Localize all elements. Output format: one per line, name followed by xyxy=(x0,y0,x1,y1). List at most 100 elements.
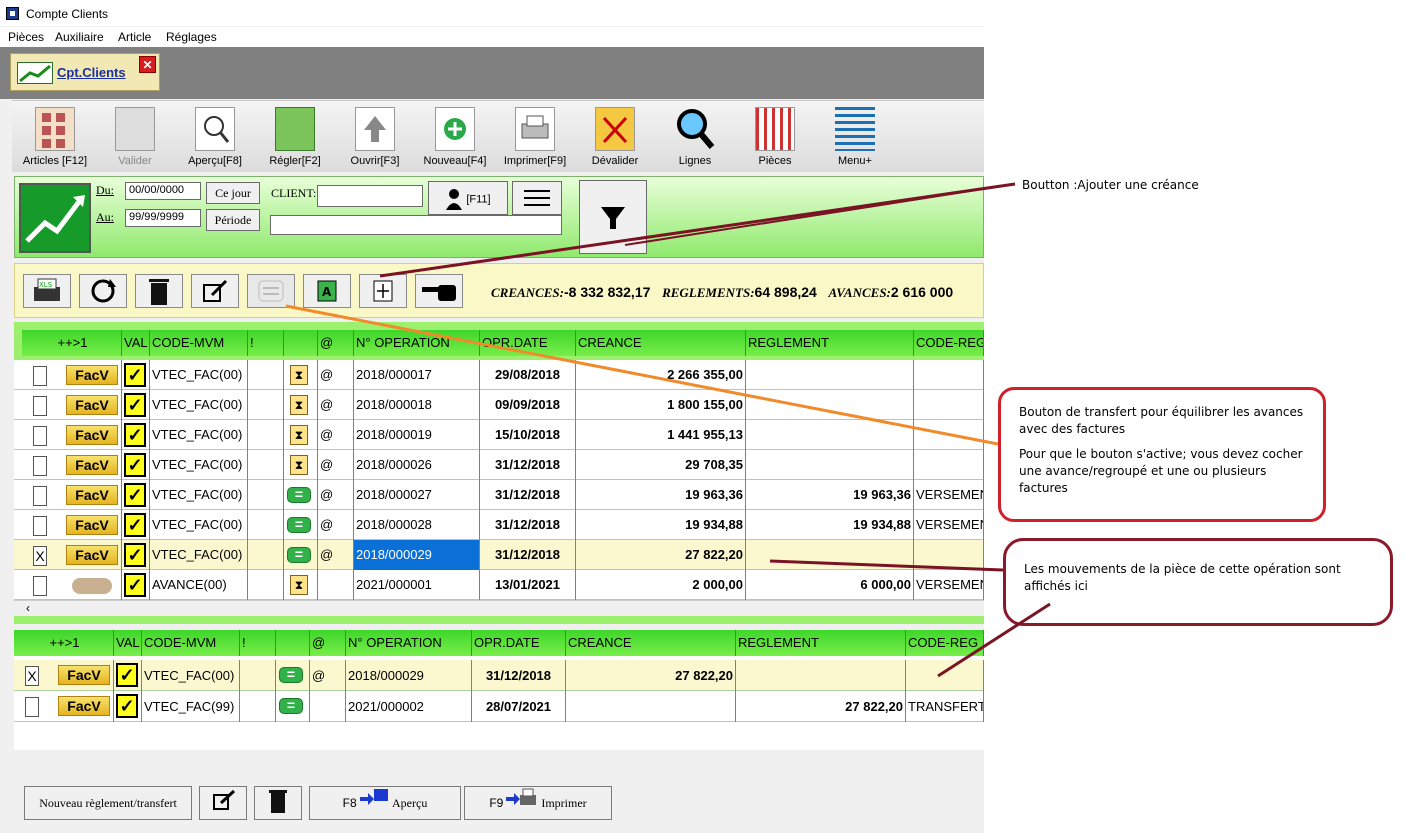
valider-button[interactable]: Valider xyxy=(96,105,174,171)
printer-icon xyxy=(506,787,538,821)
client-name-field[interactable] xyxy=(270,215,562,235)
column-header[interactable]: REGLEMENT xyxy=(746,330,914,356)
row-checkbox[interactable] xyxy=(33,576,47,596)
column-header[interactable]: CODE-REG xyxy=(906,630,984,656)
at-cell: @ xyxy=(318,480,354,510)
transfer-button[interactable] xyxy=(247,274,295,308)
close-icon[interactable]: ✕ xyxy=(139,56,156,73)
valider-label: Valider xyxy=(118,155,152,167)
client-select-button[interactable]: [F11] xyxy=(428,181,508,215)
column-header[interactable]: @ xyxy=(318,330,354,356)
column-header[interactable]: OPR.DATE xyxy=(480,330,576,356)
filter-button[interactable] xyxy=(579,180,647,254)
column-header[interactable]: ++>1 xyxy=(14,630,114,656)
table-row[interactable]: FacV ✓ VTEC_FAC(99) = 2021/000002 28/07/2021 2… xyxy=(14,691,984,722)
up-arrow-icon xyxy=(355,107,395,151)
column-header[interactable]: N° OPERATION xyxy=(346,630,472,656)
menu-article[interactable]: Article xyxy=(118,30,151,44)
apercu-button[interactable]: Aperçu[F8] xyxy=(176,105,254,171)
column-header[interactable]: @ xyxy=(310,630,346,656)
menu-pieces[interactable]: Pièces xyxy=(8,30,44,44)
column-header[interactable]: VAL xyxy=(114,630,142,656)
devalider-button[interactable]: Dévalider xyxy=(576,105,654,171)
table-row[interactable]: FacV ✓ VTEC_FAC(00) ⧗ @2018/000018 09/09/2018… xyxy=(14,390,984,420)
nouveau-reglement-button[interactable]: Nouveau règlement/transfert xyxy=(24,786,192,820)
table-row[interactable]: FacV ✓ VTEC_FAC(00) ⧗ @2018/000019 15/10/2018… xyxy=(14,420,984,450)
edit-button[interactable] xyxy=(191,274,239,308)
articles-button[interactable]: Articles [F12] xyxy=(16,105,94,171)
row-checkbox[interactable] xyxy=(33,486,47,506)
row-checkbox[interactable]: X xyxy=(33,546,47,566)
creance-cell: 27 822,20 xyxy=(566,660,736,691)
table-row[interactable]: FacV ✓ VTEC_FAC(00) ⧗ @2018/000017 29/08/2018… xyxy=(14,360,984,390)
imprimer-button[interactable]: Imprimer[F9] xyxy=(496,105,574,171)
row-checkbox[interactable] xyxy=(33,456,47,476)
menu-auxiliaire[interactable]: Auxiliaire xyxy=(55,30,104,44)
edit-movement-button[interactable] xyxy=(199,786,247,820)
column-header[interactable] xyxy=(276,630,310,656)
tab-cpt-clients[interactable]: Cpt.Clients ✕ xyxy=(10,53,160,91)
delete-button[interactable] xyxy=(135,274,183,308)
point-button[interactable] xyxy=(415,274,463,308)
column-header[interactable]: ! xyxy=(248,330,284,356)
validate-a-button[interactable]: A xyxy=(303,274,351,308)
column-header[interactable]: CODE-REG xyxy=(914,330,984,356)
column-header[interactable]: CREANCE xyxy=(576,330,746,356)
code-reg-cell xyxy=(914,450,984,480)
nouveau-button[interactable]: Nouveau[F4] xyxy=(416,105,494,171)
au-field[interactable]: 99/99/9999 xyxy=(125,209,201,227)
row-checkbox[interactable] xyxy=(33,366,47,386)
regler-button[interactable]: Régler[F2] xyxy=(256,105,334,171)
table-row[interactable]: X FacV ✓ VTEC_FAC(00) = @2018/000029 31/12/201… xyxy=(14,540,984,570)
column-header[interactable]: CODE-MVM xyxy=(142,630,240,656)
column-header[interactable]: CODE-MVM xyxy=(150,330,248,356)
menu-plus-button[interactable]: Menu+ xyxy=(816,105,894,171)
export-xls-button[interactable]: XLS xyxy=(23,274,71,308)
column-header[interactable] xyxy=(284,330,318,356)
delete-movement-button[interactable] xyxy=(254,786,302,820)
lignes-label: Lignes xyxy=(678,155,712,167)
apercu-f8-button[interactable]: F8 Aperçu xyxy=(309,786,461,820)
row-checkbox[interactable] xyxy=(33,516,47,536)
column-header[interactable]: ! xyxy=(240,630,276,656)
chart-icon xyxy=(17,62,53,84)
ce-jour-button[interactable]: Ce jour xyxy=(206,182,260,204)
pieces-button[interactable]: Pièces xyxy=(736,105,814,171)
row-checkbox[interactable] xyxy=(25,697,39,717)
column-header[interactable]: OPR.DATE xyxy=(472,630,566,656)
column-header[interactable]: ++>1 xyxy=(22,330,122,356)
status-cell: ⧗ xyxy=(284,420,318,450)
list-button[interactable] xyxy=(512,181,562,215)
ouvrir-button[interactable]: Ouvrir[F3] xyxy=(336,105,414,171)
column-header[interactable]: N° OPERATION xyxy=(354,330,480,356)
scroll-left-icon[interactable]: ‹ xyxy=(26,601,30,615)
table-row[interactable]: FacV ✓ VTEC_FAC(00) = @2018/000027 31/12/2018… xyxy=(14,480,984,510)
du-field[interactable]: 00/00/0000 xyxy=(125,182,201,200)
table-row[interactable]: ✓ AVANCE(00) ⧗ 2021/000001 13/01/2021 2 000,0… xyxy=(14,570,984,600)
column-header[interactable]: VAL xyxy=(122,330,150,356)
du-label: Du: xyxy=(96,183,114,197)
add-creance-button[interactable] xyxy=(359,274,407,308)
refresh-button[interactable] xyxy=(79,274,127,308)
add-creance-icon xyxy=(360,280,406,310)
lignes-button[interactable]: Lignes xyxy=(656,105,734,171)
menu-reglages[interactable]: Réglages xyxy=(166,30,217,44)
table-row[interactable]: FacV ✓ VTEC_FAC(00) = @2018/000028 31/12/2018… xyxy=(14,510,984,540)
bottom-bar: Nouveau règlement/transfert F8 Aperçu F9… xyxy=(0,752,984,833)
operation-cell: 2018/000029 xyxy=(354,540,480,570)
table-row[interactable]: FacV ✓ VTEC_FAC(00) ⧗ @2018/000026 31/12/2018… xyxy=(14,450,984,480)
val-cell: ✓ xyxy=(122,360,150,390)
svg-text:A: A xyxy=(322,285,332,299)
imprimer-f9-button[interactable]: F9 Imprimer xyxy=(464,786,612,820)
person-icon xyxy=(445,188,463,211)
client-field[interactable] xyxy=(317,185,423,207)
column-header[interactable]: REGLEMENT xyxy=(736,630,906,656)
row-checkbox[interactable] xyxy=(33,426,47,446)
column-header[interactable]: CREANCE xyxy=(566,630,736,656)
row-checkbox[interactable]: X xyxy=(25,666,39,686)
periode-button[interactable]: Période xyxy=(206,209,260,231)
horizontal-scrollbar[interactable]: ‹ xyxy=(14,600,984,616)
table-row[interactable]: X FacV ✓ VTEC_FAC(00) = @2018/000029 31/12/201… xyxy=(14,660,984,691)
menu-bar: Pièces Auxiliaire Article Réglages xyxy=(0,27,984,47)
row-checkbox[interactable] xyxy=(33,396,47,416)
